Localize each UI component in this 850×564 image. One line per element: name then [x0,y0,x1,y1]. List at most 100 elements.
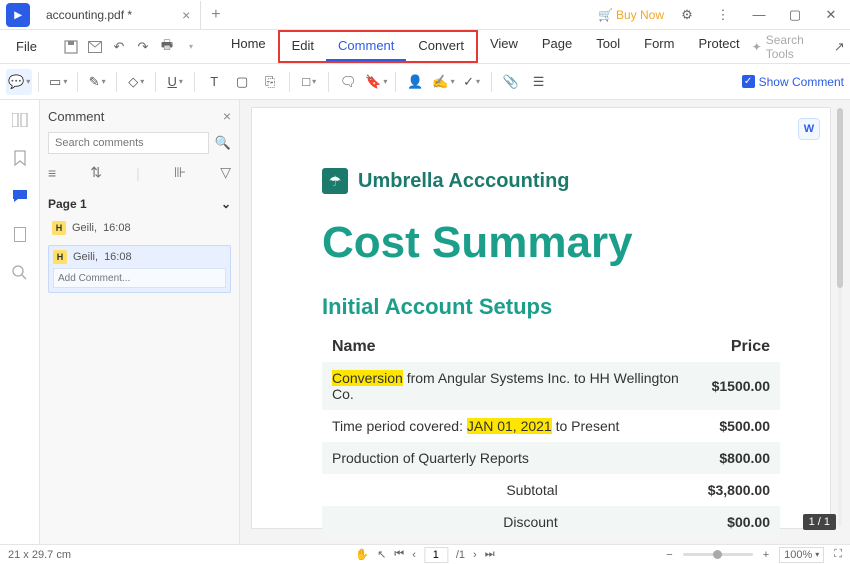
tab-protect[interactable]: Protect [686,30,751,63]
brand-logo-icon: ☂ [322,168,348,194]
highlight-badge-icon: H [53,250,67,264]
sticky-tool[interactable]: 🗨 [335,69,361,95]
document-viewport: W ☂ Umbrella Acccounting Cost Summary In… [240,100,850,544]
search-tools[interactable]: ✦ Search Tools [752,33,819,61]
minimize-button[interactable]: — [746,2,772,28]
shape-tool[interactable]: □ [296,69,322,95]
measure-tool[interactable]: 🔖 [363,69,389,95]
page-total: /1 [456,549,465,561]
comments-panel-icon[interactable] [10,186,30,206]
main-area: Comment × 🔍 ≡ ⇅ | ⊪ ▽ Page 1 ⌄ H Geili, … [0,100,850,544]
highlight-tool[interactable]: ▭ [45,69,71,95]
statusbar: 21 x 29.7 cm ✋ ↖ ⏮ ‹ /1 › ⏭ − + 100%▾ ⛶ [0,544,850,564]
text-tool[interactable]: T [201,69,227,95]
bookmark-icon[interactable] [10,148,30,168]
page-icon[interactable] [10,224,30,244]
tab-convert[interactable]: Convert [406,32,476,61]
document-page: W ☂ Umbrella Acccounting Cost Summary In… [252,108,830,528]
close-window-button[interactable]: ✕ [818,2,844,28]
highlighted-text[interactable]: Conversion [332,370,403,386]
section-title: Initial Account Setups [322,294,780,320]
file-menu[interactable]: File [8,39,45,54]
page-input[interactable] [424,547,448,563]
vertical-scrollbar[interactable] [836,108,844,526]
share-icon[interactable]: ↗ [829,34,850,60]
mail-icon[interactable] [85,37,105,57]
maximize-button[interactable]: ▢ [782,2,808,28]
buy-now-link[interactable]: 🛒 Buy Now [598,8,664,22]
document-title: Cost Summary [322,218,780,268]
subtotal-row: Subtotal $3,800.00 [322,474,780,506]
undo-icon[interactable]: ↶ [109,37,129,57]
scroll-thumb[interactable] [837,108,843,288]
tab-form[interactable]: Form [632,30,686,63]
approve-tool[interactable]: ✓ [459,69,485,95]
expand-icon[interactable]: ≡ [48,165,56,181]
document-tab[interactable]: accounting.pdf * × [36,1,201,29]
search-icon[interactable]: 🔍 [215,135,231,151]
chevron-down-icon: ⌄ [221,197,231,211]
tab-page[interactable]: Page [530,30,584,63]
comment-item-selected[interactable]: H Geili, 16:08 [48,245,231,293]
textbox-tool[interactable]: ▢ [229,69,255,95]
settings-icon[interactable]: ⚙ [674,2,700,28]
sort-icon[interactable]: ⇅ [90,164,102,181]
comment-item[interactable]: H Geili, 16:08 [48,217,231,239]
zoom-slider[interactable] [683,553,753,556]
tab-view[interactable]: View [478,30,530,63]
tab-tool[interactable]: Tool [584,30,632,63]
page-nav: ✋ ↖ ⏮ ‹ /1 › ⏭ [355,547,494,563]
new-tab-button[interactable]: + [201,6,230,24]
page-dimensions: 21 x 29.7 cm [8,549,71,561]
show-comment-toggle[interactable]: ✓ Show Comment [742,75,844,89]
app-icon: ▸ [6,3,30,27]
tab-comment[interactable]: Comment [326,32,406,61]
last-page-icon[interactable]: ⏭ [485,548,495,561]
zoom-in-icon[interactable]: + [763,549,769,561]
cursor-icon[interactable]: ↖ [377,548,386,561]
search-comments-input[interactable] [48,132,209,154]
menubar: File ↶ ↷ 🖶 ▾ Home Edit Comment Convert V… [0,30,850,64]
highlighted-text[interactable]: JAN 01, 2021 [467,418,552,434]
highlighted-menu-group: Edit Comment Convert [278,30,478,63]
list-tool[interactable]: ☰ [526,69,552,95]
zoom-out-icon[interactable]: − [666,549,672,561]
print-icon[interactable]: 🖶 [157,37,177,57]
zoom-select[interactable]: 100%▾ [779,547,824,563]
thumbnails-icon[interactable] [10,110,30,130]
sign-tool[interactable]: ✍ [430,69,456,95]
save-icon[interactable] [61,37,81,57]
prev-page-icon[interactable]: ‹ [412,549,416,561]
col-price: Price [698,332,780,362]
note-tool[interactable]: 💬 [6,69,32,95]
cart-icon: 🛒 [598,8,613,22]
add-comment-input[interactable] [53,268,226,288]
tab-home[interactable]: Home [219,30,278,63]
word-export-icon[interactable]: W [798,118,820,140]
more-icon[interactable]: ⋮ [710,2,736,28]
page-header[interactable]: Page 1 ⌄ [48,197,231,211]
first-page-icon[interactable]: ⏮ [394,548,404,561]
cost-table: Name Price Conversion from Angular Syste… [322,332,780,538]
callout-tool[interactable]: ⎘ [257,69,283,95]
underline-tool[interactable]: U [162,69,188,95]
fit-page-icon[interactable]: ⛶ [834,548,842,561]
page-indicator-badge: 1 / 1 [803,514,836,530]
next-page-icon[interactable]: › [473,549,477,561]
close-tab-icon[interactable]: × [182,7,190,23]
pencil-tool[interactable]: ✎ [84,69,110,95]
panel-title: Comment [48,109,104,124]
attach-tool[interactable]: 📎 [498,69,524,95]
filter-icon[interactable]: ▽ [220,164,231,181]
hand-icon[interactable]: ✋ [355,548,369,561]
panel-close-icon[interactable]: × [223,108,231,124]
discount-row: Discount $00.00 [322,506,780,538]
print-drop-icon[interactable]: ▾ [181,37,201,57]
eraser-tool[interactable]: ◇ [123,69,149,95]
align-icon[interactable]: ⊪ [174,164,186,181]
table-row: Time period covered: JAN 01, 2021 to Pre… [322,410,780,442]
search-panel-icon[interactable] [10,262,30,282]
redo-icon[interactable]: ↷ [133,37,153,57]
tab-edit[interactable]: Edit [280,32,326,61]
stamp-tool[interactable]: 👤 [402,69,428,95]
